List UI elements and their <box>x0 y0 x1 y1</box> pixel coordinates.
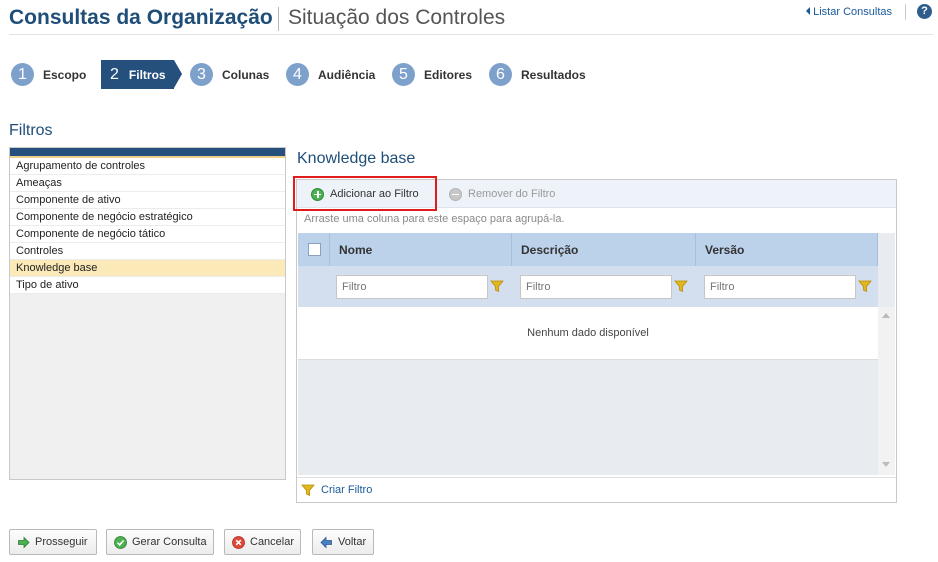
filter-item[interactable]: Controles <box>10 243 285 260</box>
filters-section-title: Filtros <box>9 122 53 139</box>
step-number: 1 <box>11 63 34 86</box>
scroll-down-icon[interactable] <box>882 462 890 467</box>
step-label: Resultados <box>521 67 586 82</box>
filter-cell-versao <box>704 266 872 307</box>
step-filtros[interactable]: 2 Filtros <box>101 60 182 89</box>
grid-table: Nome Descrição Versão Filtro Filtro Filt… <box>298 233 895 475</box>
column-header-descricao[interactable]: Descrição <box>512 233 696 266</box>
filter-item[interactable]: Tipo de ativo <box>10 277 285 294</box>
filter-item-selected[interactable]: Knowledge base <box>10 260 285 277</box>
proceed-button[interactable]: Prosseguir <box>9 529 97 555</box>
caret-left-icon <box>806 7 811 15</box>
select-all-column <box>298 233 330 266</box>
generate-query-button[interactable]: Gerar Consulta <box>106 529 214 555</box>
title-separator <box>278 7 279 31</box>
filters-panel: Agrupamento de controles Ameaças Compone… <box>9 147 286 480</box>
wizard-steps: 1 Escopo 2 Filtros 3 Colunas 4 Audiência… <box>11 60 911 89</box>
scroll-up-icon[interactable] <box>882 313 890 318</box>
create-filter-label: Criar Filtro <box>321 484 373 496</box>
proceed-label: Prosseguir <box>35 536 88 548</box>
back-button[interactable]: Voltar <box>312 529 374 555</box>
filter-item[interactable]: Componente de negócio tático <box>10 226 285 243</box>
column-header-nome[interactable]: Nome <box>330 233 512 266</box>
step-number: 5 <box>392 63 415 86</box>
step-label: Audiência <box>318 67 376 82</box>
step-label: Colunas <box>222 67 270 82</box>
filters-panel-header <box>10 148 285 158</box>
page-header: Consultas da Organização Situação dos Co… <box>9 4 933 35</box>
filter-item[interactable]: Componente de negócio estratégico <box>10 209 285 226</box>
cancel-label: Cancelar <box>250 536 295 548</box>
grid-scrollbar[interactable] <box>878 307 895 475</box>
filter-input-descricao[interactable] <box>520 274 672 299</box>
cancel-circle-icon <box>232 535 245 549</box>
create-filter-link[interactable]: Criar Filtro <box>297 477 896 502</box>
filter-item[interactable]: Ameaças <box>10 175 285 192</box>
no-data-message: Nenhum dado disponível <box>298 307 878 360</box>
back-label: Voltar <box>338 536 367 548</box>
help-icon[interactable]: ? <box>917 4 932 19</box>
page: Consultas da Organização Situação dos Co… <box>0 0 938 562</box>
header-separator <box>905 4 906 20</box>
filter-funnel-icon[interactable] <box>858 280 872 293</box>
step-colunas[interactable]: 3 Colunas <box>190 60 269 89</box>
filter-item[interactable]: Agrupamento de controles <box>10 158 285 175</box>
step-number: 4 <box>286 63 309 86</box>
step-resultados[interactable]: 6 Resultados <box>489 60 586 89</box>
arrow-right-icon <box>17 536 30 549</box>
step-editores[interactable]: 5 Editores <box>392 60 472 89</box>
group-drop-area[interactable]: Arraste uma coluna para este espaço para… <box>304 213 565 225</box>
step-number: 3 <box>190 63 213 86</box>
minus-circle-icon <box>449 187 462 201</box>
page-subtitle: Situação dos Controles <box>288 6 506 29</box>
filters-list: Agrupamento de controles Ameaças Compone… <box>10 158 285 294</box>
step-audiencia[interactable]: 4 Audiência <box>286 60 375 89</box>
step-label: Editores <box>424 67 473 82</box>
grid-title: Knowledge base <box>297 150 416 167</box>
highlight-annotation <box>293 176 437 211</box>
step-label: Filtros <box>128 67 166 82</box>
generate-query-label: Gerar Consulta <box>132 536 207 548</box>
page-title: Consultas da Organização <box>9 6 273 29</box>
arrow-left-icon <box>320 536 333 549</box>
filter-item[interactable]: Componente de ativo <box>10 192 285 209</box>
knowledge-base-grid: Adicionar ao Filtro Remover do Filtro Ar… <box>296 179 897 503</box>
list-queries-label: Listar Consultas <box>813 6 892 18</box>
filter-input-nome[interactable] <box>336 274 488 299</box>
cancel-button[interactable]: Cancelar <box>224 529 301 555</box>
remove-from-filter-label: Remover do Filtro <box>468 188 556 200</box>
filter-input-versao[interactable] <box>704 274 856 299</box>
filter-cell-descricao <box>520 266 688 307</box>
filter-funnel-icon <box>301 484 315 497</box>
step-number: 6 <box>489 63 512 86</box>
step-label: Escopo <box>43 67 87 82</box>
step-escopo[interactable]: 1 Escopo <box>11 60 86 89</box>
step-number: 2 <box>110 66 119 83</box>
select-all-checkbox[interactable] <box>308 243 321 256</box>
filter-funnel-icon[interactable] <box>490 280 504 293</box>
remove-from-filter-button[interactable]: Remover do Filtro <box>449 180 555 208</box>
filter-funnel-icon[interactable] <box>674 280 688 293</box>
list-queries-link[interactable]: Listar Consultas <box>806 6 892 18</box>
filter-cell-nome <box>336 266 504 307</box>
column-header-versao[interactable]: Versão <box>696 233 878 266</box>
check-circle-icon <box>114 535 127 549</box>
